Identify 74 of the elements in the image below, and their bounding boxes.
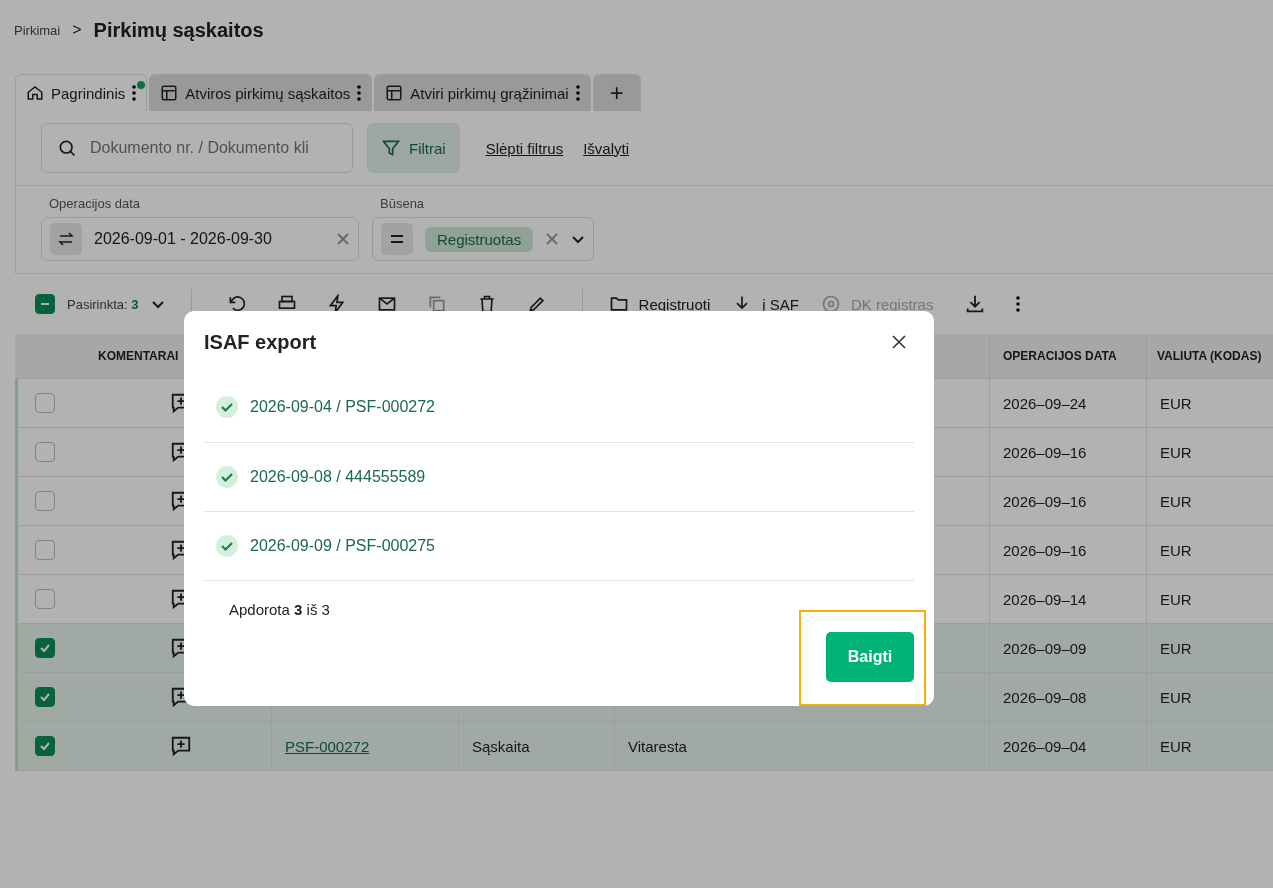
row-checkbox[interactable] (35, 442, 55, 462)
text-link[interactable]: Slėpti filtrus (485, 139, 564, 157)
date-range-value: 2026-09-01 - 2026-09-30 (94, 230, 273, 248)
eye-icon (820, 294, 841, 314)
equals-icon (381, 223, 413, 255)
row-checkbox[interactable] (35, 540, 55, 560)
table-cell: 2026–09–14 (1003, 590, 1087, 608)
table-cell: 2026–09–24 (1003, 394, 1087, 412)
column-header: OPERACIJOS DATA (1003, 349, 1117, 363)
clear-icon[interactable] (336, 232, 350, 246)
row-checkbox[interactable] (35, 393, 55, 413)
exported-document: 2026-09-08 / 444555589 (250, 467, 426, 486)
table-cell: Sąskaita (472, 737, 530, 755)
column-header: KOMENTARAI (98, 349, 179, 363)
more-icon[interactable] (132, 85, 137, 101)
table-cell: 2026–09–09 (1003, 639, 1087, 657)
add-comment-icon[interactable] (169, 735, 192, 757)
table-cell: 2026–09–08 (1003, 688, 1087, 706)
table-cell: 2026–09–16 (1003, 541, 1087, 559)
table-cell: 2026–09–16 (1003, 492, 1087, 510)
table-cell: EUR (1160, 541, 1192, 559)
table-cell: Vitaresta (628, 737, 687, 755)
table-icon (385, 84, 404, 102)
close-icon[interactable] (892, 335, 906, 350)
exported-document: 2026-09-09 / PSF-000275 (250, 536, 435, 555)
progress-text: Apdorota 3 iš 3 (229, 601, 331, 618)
add-tab-button[interactable]: + (592, 74, 641, 111)
swap-icon (50, 223, 82, 255)
more-icon[interactable] (575, 85, 580, 101)
folder-icon (608, 294, 629, 314)
tab[interactable]: Atviros pirkimų sąskaitos (149, 74, 373, 111)
status-tag: Registruotas (425, 226, 534, 252)
selected-count: Pasirinkta: 3 (67, 296, 139, 312)
toolbar-action[interactable]: Registruoti (608, 294, 711, 314)
table-cell: 2026–09–04 (1003, 737, 1087, 755)
filter-label: Būsena (379, 196, 426, 211)
text-link[interactable]: Išvalyti (583, 139, 630, 157)
page-title: Pirkimų sąskaitos (93, 18, 264, 42)
lightning-icon[interactable] (326, 294, 347, 314)
more-icon[interactable] (1016, 296, 1021, 312)
row-checkbox[interactable] (35, 736, 55, 756)
row-checkbox[interactable] (35, 638, 55, 658)
mail-icon[interactable] (376, 294, 397, 314)
table-cell: 2026–09–16 (1003, 443, 1087, 461)
filter-label: Operacijos data (48, 196, 142, 211)
dialog-title: ISAF export (204, 330, 317, 354)
table-cell: EUR (1160, 737, 1192, 755)
filter-field[interactable]: 2026-09-01 - 2026-09-30 (41, 217, 359, 261)
exported-document: 2026-09-04 / PSF-000272 (250, 398, 435, 417)
row-checkbox[interactable] (35, 589, 55, 609)
table-icon (160, 84, 179, 102)
breadcrumb-link[interactable]: Pirkimai (14, 22, 61, 38)
breadcrumb-separator: > (72, 21, 82, 39)
table-cell: EUR (1160, 492, 1192, 510)
document-link[interactable]: PSF-000272 (285, 737, 370, 755)
home-icon (26, 84, 44, 102)
filter-field[interactable]: Registruotas (372, 217, 595, 261)
row-checkbox[interactable] (35, 491, 55, 511)
table-cell: EUR (1160, 443, 1192, 461)
more-icon[interactable] (357, 85, 362, 101)
clear-icon[interactable] (545, 232, 560, 246)
tab[interactable]: Pagrindinis (15, 74, 148, 111)
select-all-checkbox[interactable] (35, 294, 55, 314)
filter-icon (381, 138, 401, 158)
table-cell: EUR (1160, 639, 1192, 657)
filter-button[interactable]: Filtrai (367, 123, 460, 173)
search-field[interactable]: Dokumento nr. / Dokumento kli (41, 123, 353, 173)
table-cell: EUR (1160, 590, 1192, 608)
table-cell: EUR (1160, 688, 1192, 706)
table-cell: EUR (1160, 394, 1192, 412)
tab[interactable]: Atviri pirkimų grąžinimai (374, 74, 591, 111)
row-checkbox[interactable] (35, 687, 55, 707)
column-header: VALIUTA (KODAS) (1157, 349, 1262, 363)
search-icon (57, 138, 77, 158)
